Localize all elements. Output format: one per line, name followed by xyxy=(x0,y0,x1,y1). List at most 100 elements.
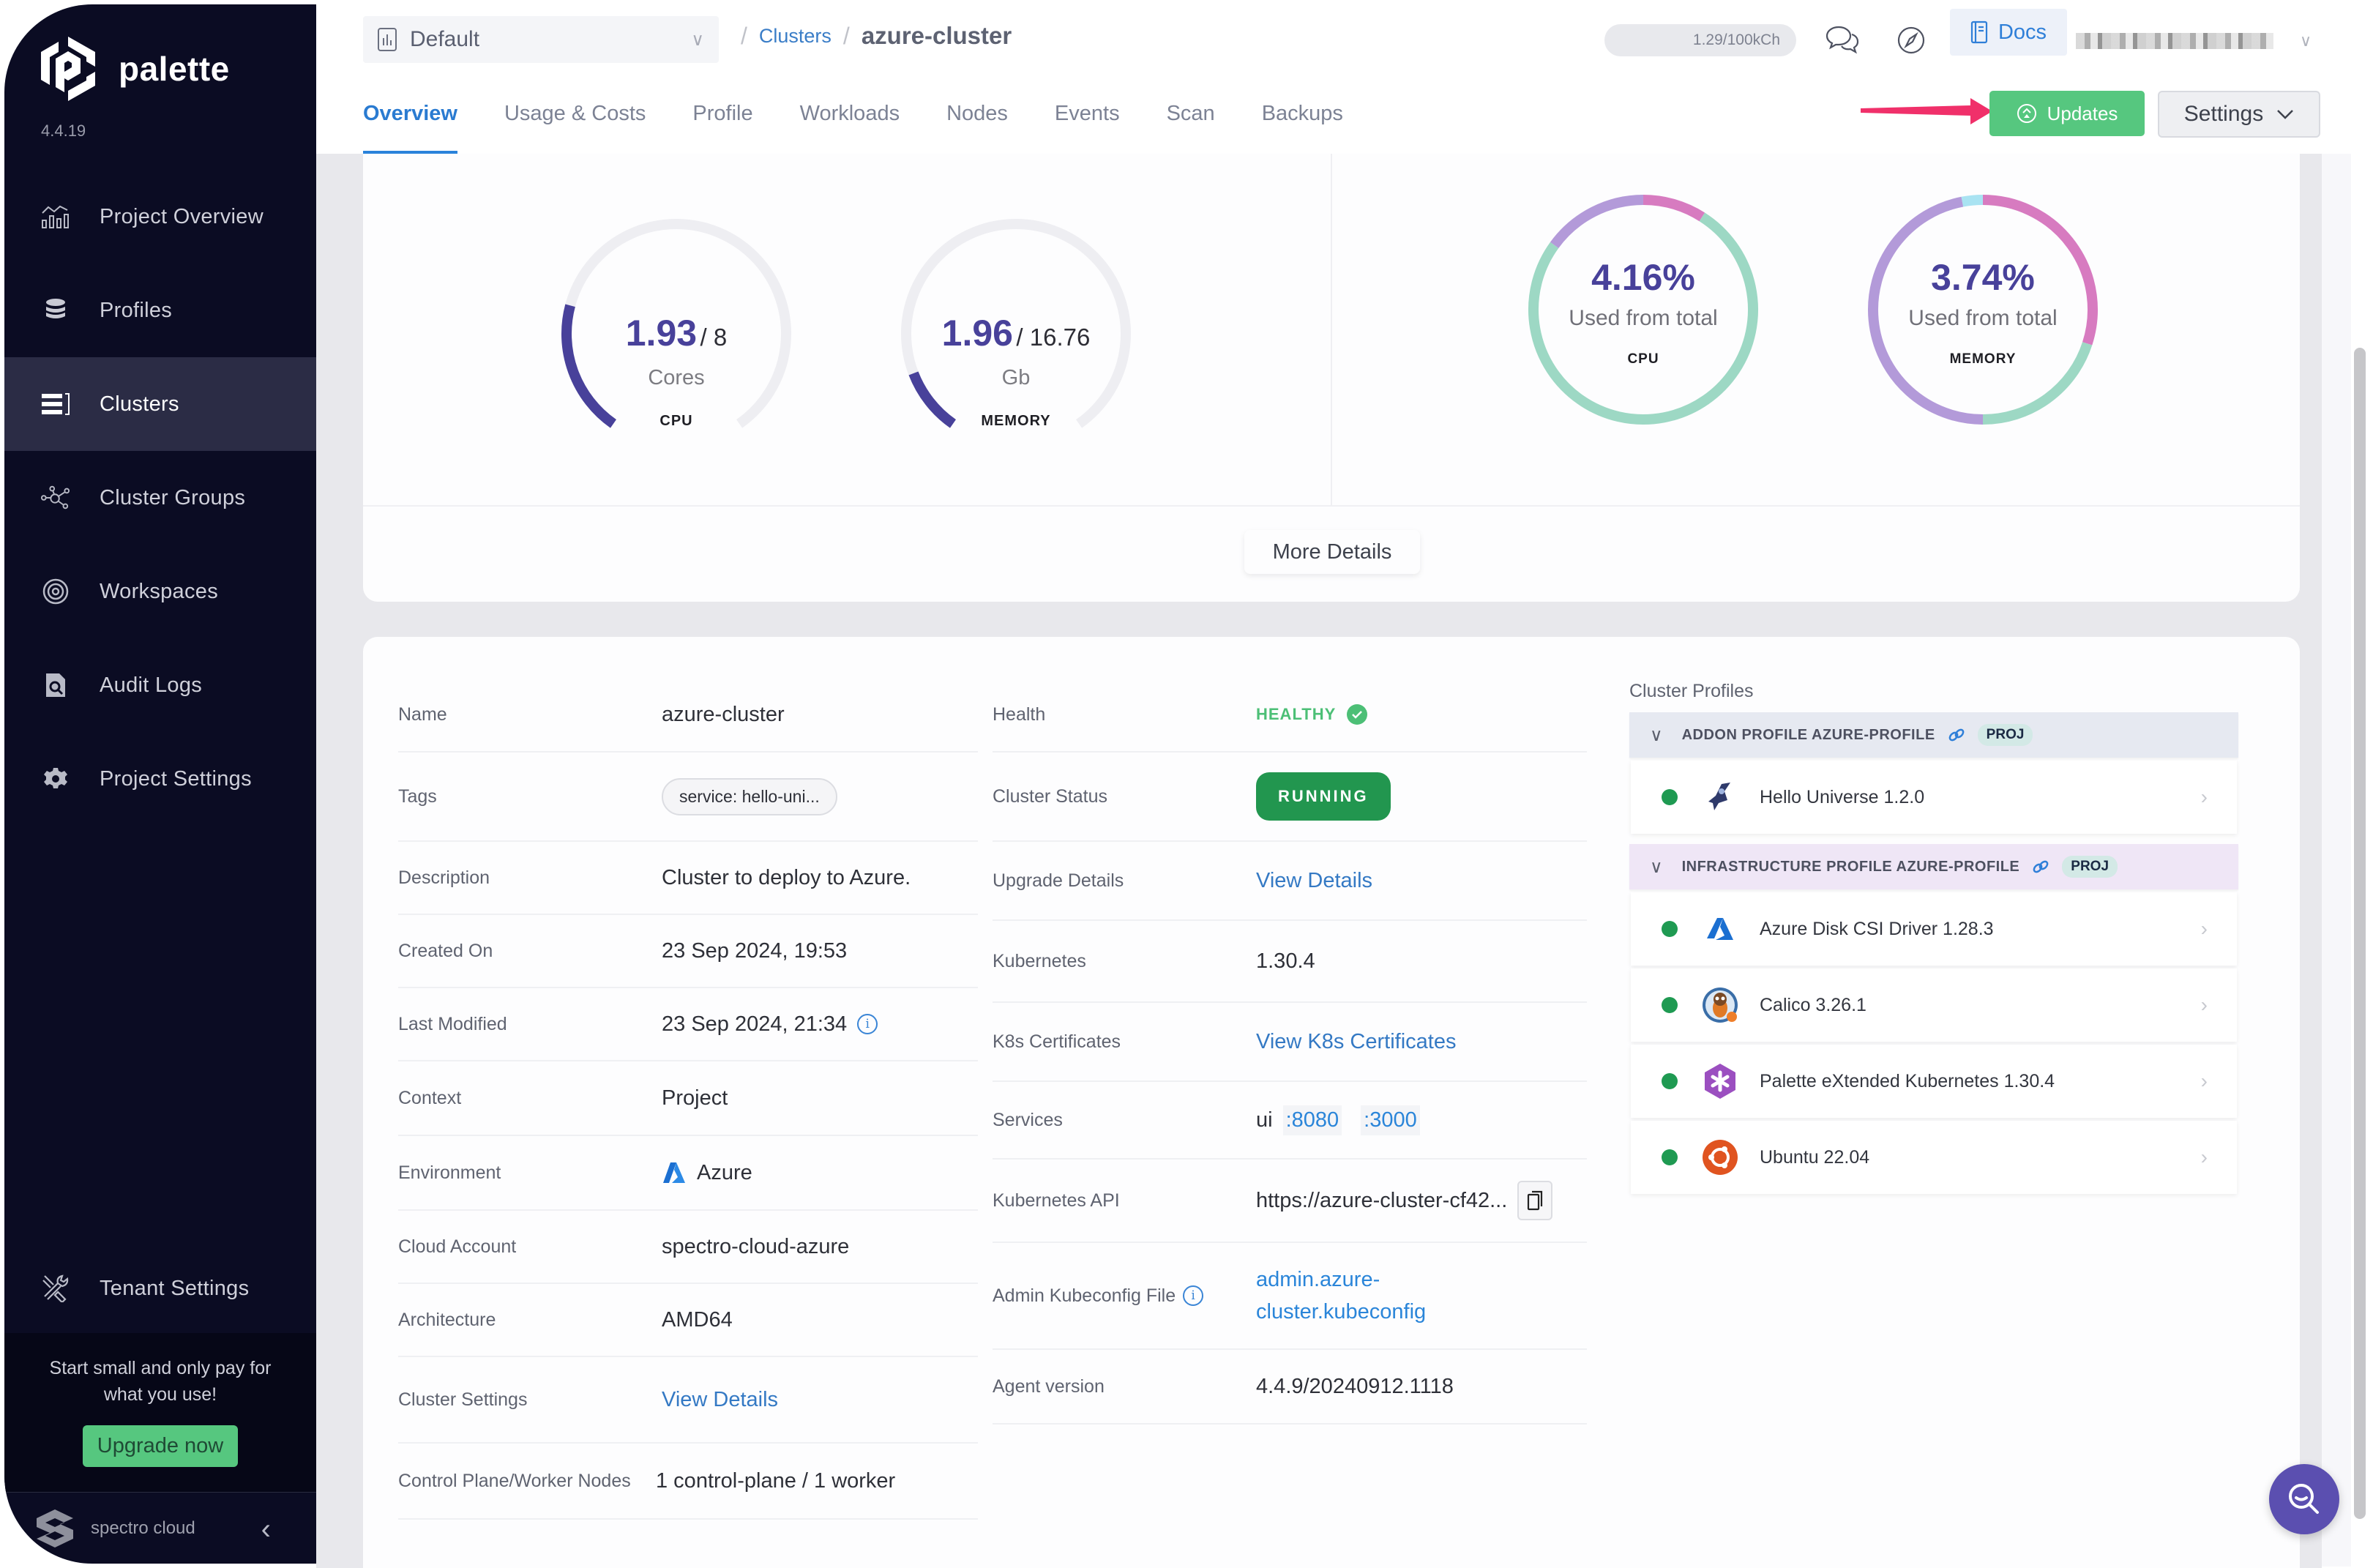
detail-row-kubernetes-api: Kubernetes API https://azure-cluster-cf4… xyxy=(993,1160,1587,1243)
profile-layer-name: Hello Universe 1.2.0 xyxy=(1760,786,1925,807)
breadcrumb-separator: / xyxy=(842,22,850,49)
breadcrumb-clusters-link[interactable]: Clusters xyxy=(759,25,832,48)
memory-subtitle: Used from total xyxy=(1908,306,2058,330)
info-icon[interactable]: i xyxy=(857,1014,878,1034)
page-edge xyxy=(2366,0,2373,1568)
usage-card: 1.93 / 8 Cores CPU 1.96 / 16.76 Gb MEMOR… xyxy=(363,154,2300,602)
detail-key: Tags xyxy=(398,785,437,807)
detail-key: Last Modified xyxy=(398,1013,507,1034)
sidebar-item-clusters[interactable]: Clusters xyxy=(4,357,316,451)
profile-layer-item[interactable]: Hello Universe 1.2.0 › xyxy=(1631,761,2237,834)
tab-usage-costs[interactable]: Usage & Costs xyxy=(504,89,646,154)
tab-backups[interactable]: Backups xyxy=(1262,89,1343,154)
profile-group-addon[interactable]: ∨ ADDON PROFILE AZURE-PROFILE PROJ xyxy=(1629,712,2238,758)
palette-kubernetes-icon xyxy=(1701,1062,1739,1100)
user-menu[interactable]: ∨ xyxy=(2076,26,2373,56)
status-dot xyxy=(1662,997,1678,1013)
profile-layer-item[interactable]: Azure Disk CSI Driver 1.28.3 › xyxy=(1631,892,2237,966)
sidebar-item-workspaces[interactable]: Workspaces xyxy=(4,545,316,638)
target-icon xyxy=(41,577,70,606)
view-k8s-certificates-link[interactable]: View K8s Certificates xyxy=(1256,1030,1456,1054)
sidebar-item-project-overview[interactable]: Project Overview xyxy=(4,170,316,264)
sidebar-item-profiles[interactable]: Profiles xyxy=(4,264,316,357)
sidebar-item-project-settings[interactable]: Project Settings xyxy=(4,732,316,826)
detail-value: 23 Sep 2024, 19:53 xyxy=(662,938,848,963)
upgrade-promo: Start small and only pay for what you us… xyxy=(4,1333,316,1492)
detail-row-nodes: Control Plane/Worker Nodes 1 control-pla… xyxy=(398,1444,978,1520)
link-icon[interactable] xyxy=(2031,859,2050,875)
sidebar-item-cluster-groups[interactable]: Cluster Groups xyxy=(4,451,316,545)
sidebar-item-label: Cluster Groups xyxy=(100,485,246,509)
detail-key: Services xyxy=(993,1109,1063,1130)
service-port-link[interactable]: :8080 xyxy=(1282,1105,1342,1135)
cluster-settings-view-details-link[interactable]: View Details xyxy=(662,1388,778,1412)
detail-value: 1 control-plane / 1 worker xyxy=(656,1468,896,1493)
scrollbar-track[interactable] xyxy=(2322,154,2351,1567)
donut-segment xyxy=(1643,195,1705,222)
tab-overview[interactable]: Overview xyxy=(363,89,457,154)
detail-key: Admin Kubeconfig File xyxy=(993,1285,1176,1306)
detail-key: Control Plane/Worker Nodes xyxy=(398,1470,631,1491)
collapse-sidebar-icon[interactable]: ‹ xyxy=(261,1513,271,1546)
detail-key: Architecture xyxy=(398,1309,496,1330)
compass-icon[interactable] xyxy=(1891,20,1931,60)
more-details-button[interactable]: More Details xyxy=(1244,530,1420,574)
detail-row-context: Context Project xyxy=(398,1061,978,1136)
service-name: ui xyxy=(1256,1108,1273,1132)
docs-button[interactable]: Docs xyxy=(1950,9,2067,56)
chat-icon[interactable] xyxy=(1823,20,1862,60)
detail-row-health: Health HEALTHY xyxy=(993,678,1587,753)
info-icon[interactable]: i xyxy=(1183,1285,1204,1306)
service-port-link[interactable]: :3000 xyxy=(1361,1105,1420,1135)
detail-key: Upgrade Details xyxy=(993,870,1124,891)
cluster-tabs: Overview Usage & Costs Profile Workloads… xyxy=(363,89,1390,154)
profile-layer-item[interactable]: Ubuntu 22.04 › xyxy=(1631,1121,2237,1194)
upgrade-view-details-link[interactable]: View Details xyxy=(1256,869,1372,893)
tab-events[interactable]: Events xyxy=(1055,89,1120,154)
promo-text: Start small and only pay for what you us… xyxy=(49,1358,272,1405)
tag-chip[interactable]: service: hello-uni... xyxy=(662,777,837,815)
divider xyxy=(1331,154,1332,505)
detail-key: Kubernetes API xyxy=(993,1190,1120,1211)
help-search-button[interactable] xyxy=(2269,1464,2339,1534)
memory-donut: 3.74% Used from total MEMORY xyxy=(1862,189,2104,430)
search-icon xyxy=(2289,1484,2319,1514)
settings-dropdown-button[interactable]: Settings xyxy=(2158,91,2320,138)
status-dot xyxy=(1662,789,1678,805)
tab-workloads[interactable]: Workloads xyxy=(800,89,900,154)
admin-kubeconfig-link[interactable]: admin.azure- cluster.kubeconfig xyxy=(1256,1263,1426,1328)
project-selector[interactable]: Default ∨ xyxy=(363,16,719,63)
updates-label: Updates xyxy=(2047,102,2118,124)
profile-layer-name: Ubuntu 22.04 xyxy=(1760,1146,1870,1168)
chart-icon xyxy=(41,202,70,231)
chevron-right-icon: › xyxy=(2200,785,2208,808)
cpu-used: 1.93 xyxy=(625,313,698,354)
upgrade-now-button[interactable]: Upgrade now xyxy=(82,1425,239,1467)
sidebar-item-audit-logs[interactable]: Audit Logs xyxy=(4,638,316,732)
profile-layer-name: Azure Disk CSI Driver 1.28.3 xyxy=(1760,918,1994,939)
chevron-down-icon: ∨ xyxy=(691,29,704,50)
kubeconfig-line-2: cluster.kubeconfig xyxy=(1256,1300,1427,1324)
profile-layer-item[interactable]: Calico 3.26.1 › xyxy=(1631,968,2237,1042)
profile-layer-item[interactable]: Palette eXtended Kubernetes 1.30.4 › xyxy=(1631,1045,2237,1118)
proj-badge: PROJ xyxy=(2062,856,2118,878)
link-icon[interactable] xyxy=(1947,727,1966,743)
sidebar-item-label: Audit Logs xyxy=(100,673,203,697)
ubuntu-icon xyxy=(1701,1138,1739,1176)
profile-group-infrastructure[interactable]: ∨ INFRASTRUCTURE PROFILE AZURE-PROFILE P… xyxy=(1629,844,2238,889)
running-status-badge: RUNNING xyxy=(1256,772,1391,821)
tab-nodes[interactable]: Nodes xyxy=(946,89,1008,154)
top-bar: Default ∨ / Clusters / azure-cluster 1.2… xyxy=(316,0,2373,154)
copy-button[interactable] xyxy=(1517,1181,1553,1220)
brand[interactable]: palette xyxy=(37,34,230,104)
credits-usage-pill[interactable]: 1.29/100kCh xyxy=(1604,24,1796,56)
sidebar-item-tenant-settings[interactable]: Tenant Settings xyxy=(4,1242,316,1335)
detail-row-admin-kubeconfig: Admin Kubeconfig File i admin.azure- clu… xyxy=(993,1243,1587,1350)
details-card: Name azure-cluster Tags service: hello-u… xyxy=(363,637,2300,1568)
project-chart-icon xyxy=(378,28,397,51)
updates-button[interactable]: Updates xyxy=(1989,91,2145,136)
tab-scan[interactable]: Scan xyxy=(1167,89,1215,154)
azure-icon xyxy=(663,1162,685,1183)
scrollbar-thumb[interactable] xyxy=(2354,348,2366,1519)
tab-profile[interactable]: Profile xyxy=(692,89,752,154)
